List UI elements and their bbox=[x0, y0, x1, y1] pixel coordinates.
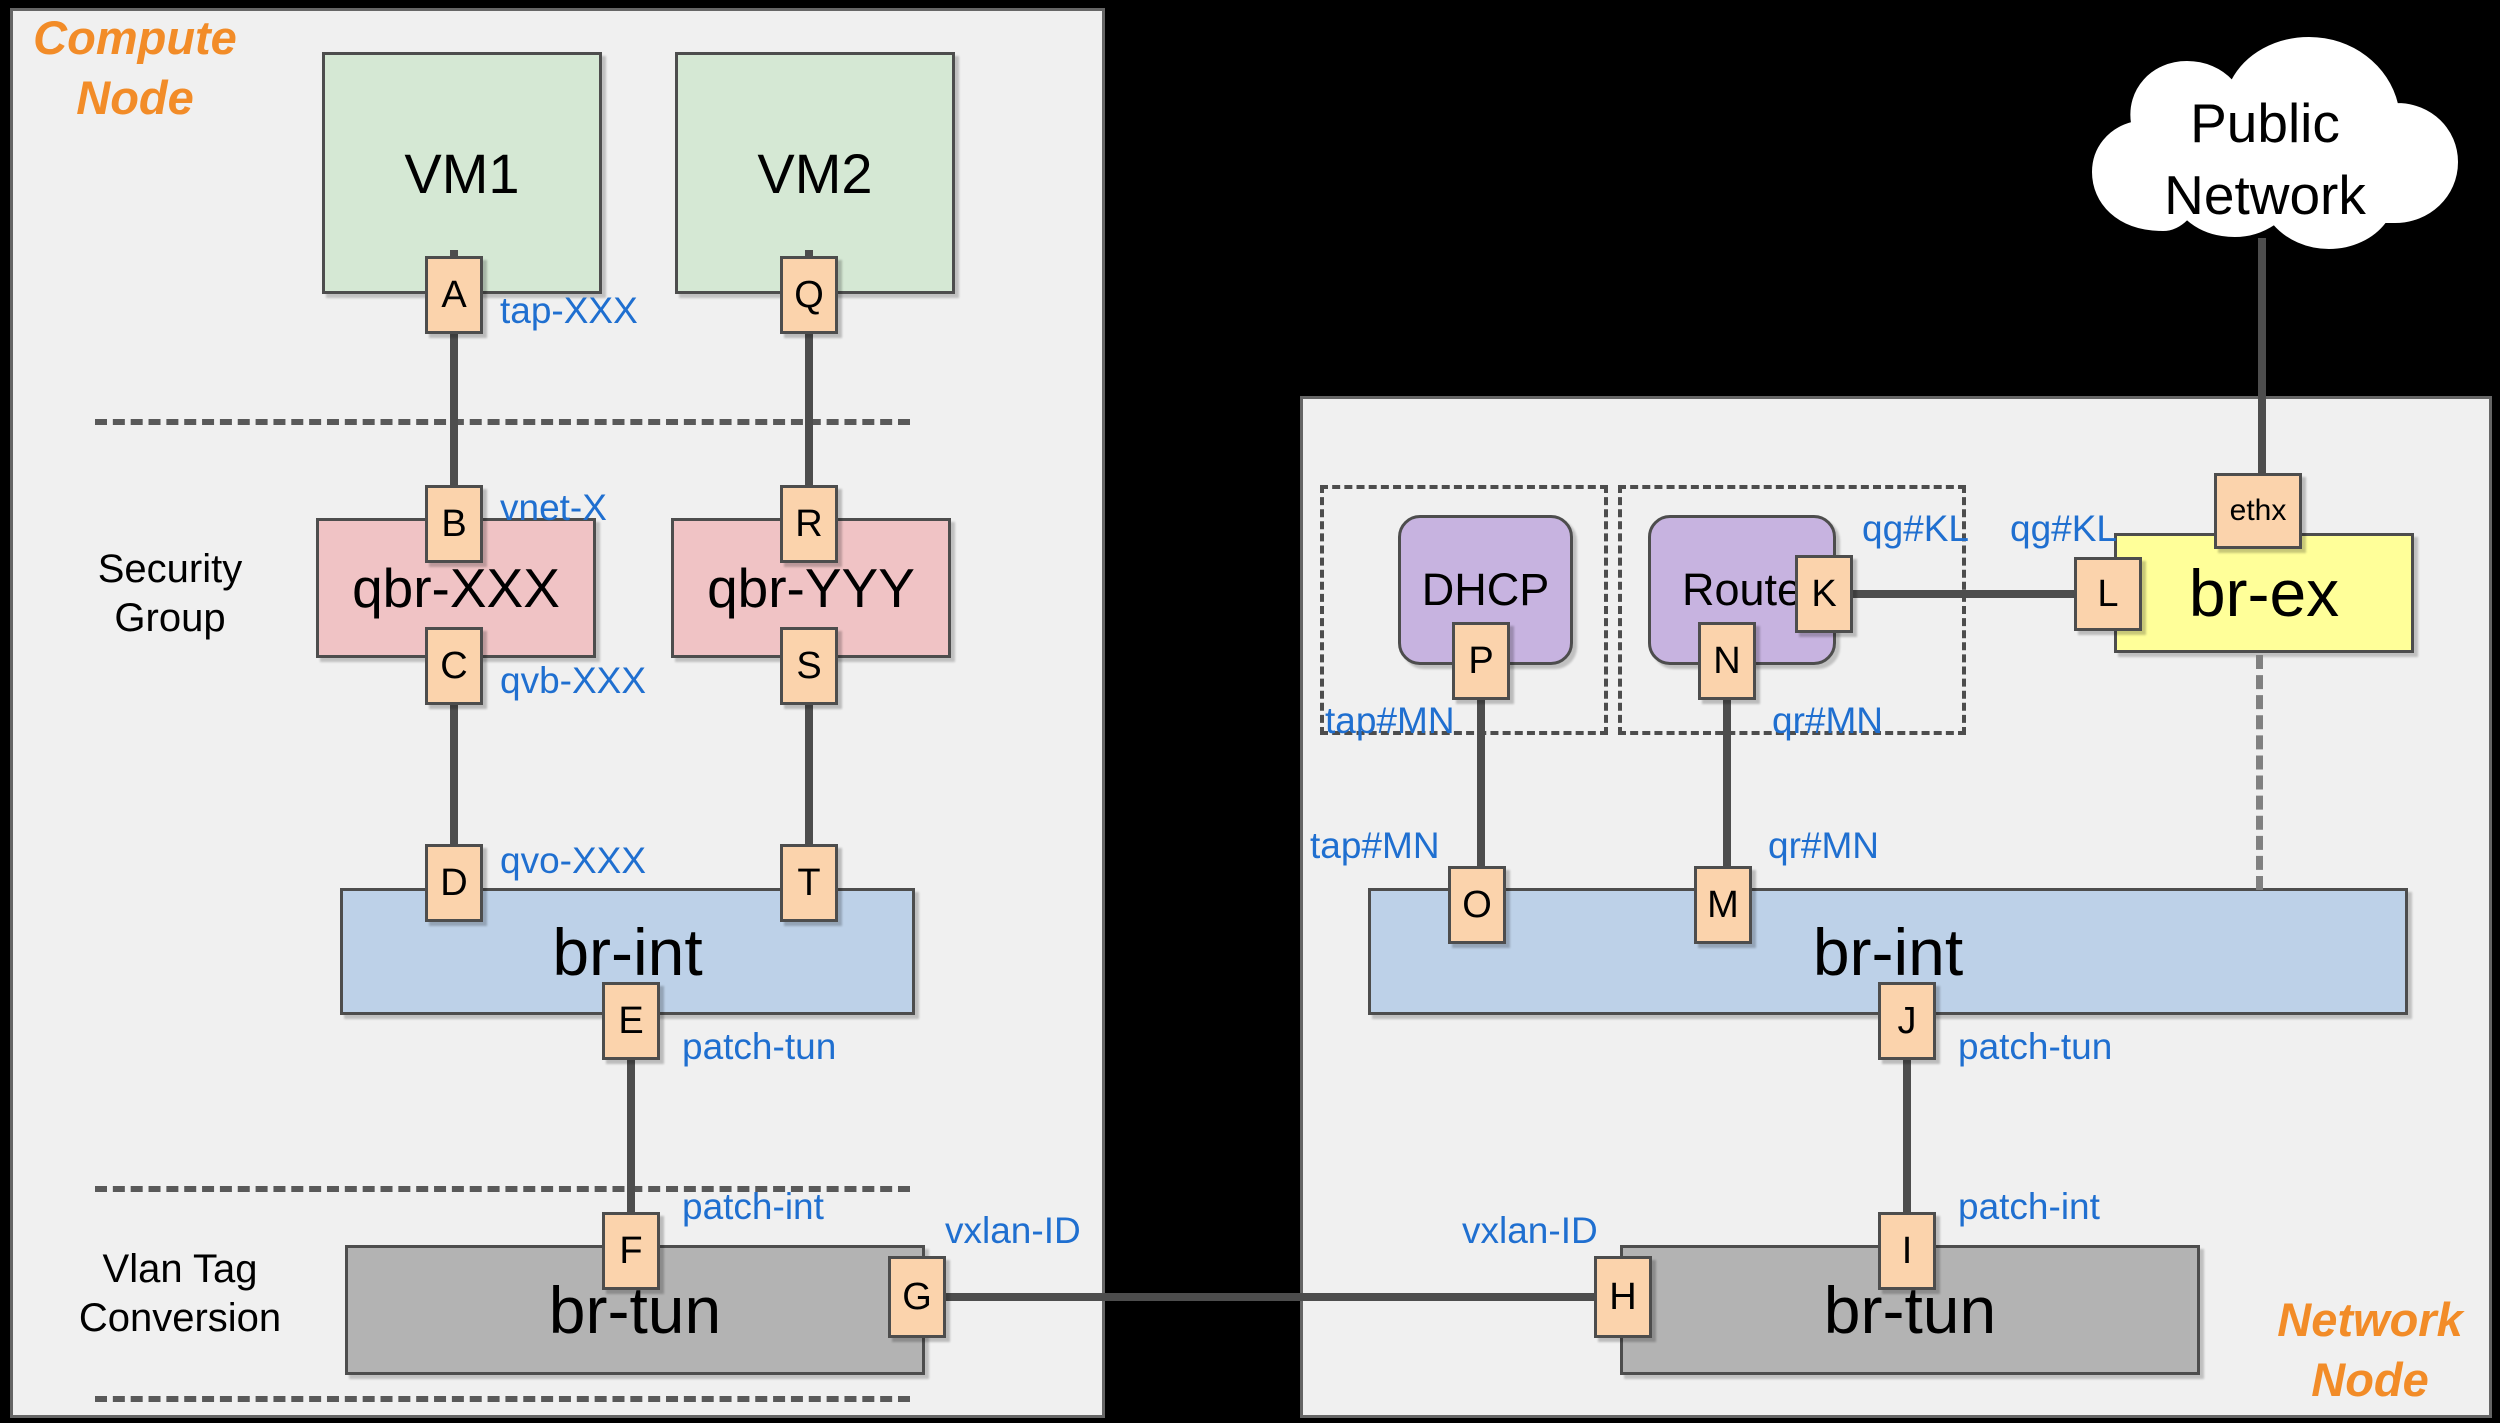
label-qr-mn-namespace: qr#MN bbox=[1772, 700, 1884, 741]
port-c-label: C bbox=[440, 644, 468, 687]
port-p-label: P bbox=[1468, 639, 1494, 682]
label-tap-mn-namespace: tap#MN bbox=[1325, 700, 1455, 741]
port-s-label: S bbox=[796, 644, 822, 687]
network-node-label: Network Node bbox=[2277, 1293, 2463, 1407]
port-g[interactable]: G bbox=[888, 1256, 946, 1338]
label-qvb-xxx: qvb-XXX bbox=[500, 660, 647, 701]
port-ethx[interactable]: ethx bbox=[2214, 473, 2302, 549]
label-patch-int-compute: patch-int bbox=[682, 1186, 824, 1227]
vlan-tag-conversion-label: Vlan Tag Conversion bbox=[78, 1247, 282, 1340]
port-r-label: R bbox=[795, 502, 823, 545]
port-k-label: K bbox=[1811, 572, 1837, 615]
link-qr-mn bbox=[1723, 694, 1731, 879]
diagram-canvas: Compute Node Security Group Vlan Tag Con… bbox=[0, 0, 2500, 1423]
security-group-label: Security Group bbox=[97, 547, 243, 640]
compute-separator-vlan-bottom bbox=[95, 1396, 910, 1402]
port-a[interactable]: A bbox=[425, 256, 483, 334]
public-network-cloud bbox=[2091, 36, 2459, 250]
label-qg-kl-right: qg#KL bbox=[2010, 508, 2117, 549]
label-vxlan-id-compute: vxlan-ID bbox=[945, 1210, 1081, 1251]
label-patch-tun-network: patch-tun bbox=[1958, 1026, 2113, 1067]
port-n[interactable]: N bbox=[1698, 622, 1756, 700]
link-patch-compute bbox=[627, 1050, 635, 1220]
qbr-xxx-label: qbr-XXX bbox=[352, 557, 560, 619]
port-t-label: T bbox=[797, 861, 821, 904]
port-b[interactable]: B bbox=[425, 485, 483, 563]
port-c[interactable]: C bbox=[425, 627, 483, 705]
port-i[interactable]: I bbox=[1878, 1212, 1936, 1290]
link-qvb-yyy bbox=[805, 695, 813, 860]
port-e[interactable]: E bbox=[602, 982, 660, 1060]
port-q-label: Q bbox=[794, 273, 824, 316]
link-vxlan-tunnel bbox=[940, 1293, 1600, 1301]
port-m[interactable]: M bbox=[1694, 866, 1752, 944]
qbr-yyy-label: qbr-YYY bbox=[707, 557, 915, 619]
label-patch-int-network: patch-int bbox=[1958, 1186, 2100, 1227]
port-d[interactable]: D bbox=[425, 844, 483, 922]
port-i-label: I bbox=[1901, 1229, 1913, 1272]
port-r[interactable]: R bbox=[780, 485, 838, 563]
compute-separator-security-group bbox=[95, 419, 910, 425]
label-tap-xxx: tap-XXX bbox=[500, 290, 638, 331]
label-vxlan-id-network: vxlan-ID bbox=[1462, 1210, 1598, 1251]
label-tap-mn-bridge: tap#MN bbox=[1310, 825, 1440, 866]
port-k[interactable]: K bbox=[1795, 555, 1853, 633]
compute-br-int-label: br-int bbox=[552, 914, 703, 989]
link-qvb-xxx bbox=[450, 695, 458, 860]
br-ex-label: br-ex bbox=[2188, 556, 2340, 630]
port-s[interactable]: S bbox=[780, 627, 838, 705]
port-e-label: E bbox=[618, 999, 644, 1042]
port-t[interactable]: T bbox=[780, 844, 838, 922]
label-patch-tun-compute: patch-tun bbox=[682, 1026, 837, 1067]
port-p[interactable]: P bbox=[1452, 622, 1510, 700]
port-f-label: F bbox=[619, 1229, 643, 1272]
port-o[interactable]: O bbox=[1448, 866, 1506, 944]
port-h-label: H bbox=[1609, 1275, 1637, 1318]
port-l-label: L bbox=[2097, 572, 2119, 615]
vm1-label: VM1 bbox=[404, 141, 520, 205]
link-patch-network bbox=[1903, 1050, 1911, 1220]
port-d-label: D bbox=[440, 861, 468, 904]
link-tap-mn bbox=[1477, 694, 1485, 879]
port-n-label: N bbox=[1713, 639, 1741, 682]
port-m-label: M bbox=[1707, 883, 1739, 926]
label-qg-kl-left: qg#KL bbox=[1862, 508, 1969, 549]
port-j-label: J bbox=[1897, 999, 1917, 1042]
port-f[interactable]: F bbox=[602, 1212, 660, 1290]
vm2-label: VM2 bbox=[757, 141, 873, 205]
label-vnet-x: vnet-X bbox=[500, 487, 607, 528]
link-public-to-ethx bbox=[2258, 238, 2266, 480]
port-j[interactable]: J bbox=[1878, 982, 1936, 1060]
br-ex-box: br-ex bbox=[2114, 533, 2414, 653]
port-a-label: A bbox=[441, 273, 467, 316]
link-qg-kl bbox=[1845, 590, 2085, 598]
port-b-label: B bbox=[441, 502, 467, 545]
label-qvo-xxx: qvo-XXX bbox=[500, 840, 647, 881]
port-l[interactable]: L bbox=[2074, 557, 2142, 631]
network-br-int-label: br-int bbox=[1812, 914, 1964, 989]
port-q[interactable]: Q bbox=[780, 256, 838, 334]
port-ethx-label: ethx bbox=[2229, 494, 2287, 527]
link-br-ex-to-br-int bbox=[2256, 655, 2263, 890]
port-h[interactable]: H bbox=[1594, 1256, 1652, 1338]
port-g-label: G bbox=[902, 1275, 932, 1318]
port-o-label: O bbox=[1462, 883, 1492, 926]
label-qr-mn-bridge: qr#MN bbox=[1768, 825, 1880, 866]
compute-node-label: Compute Node bbox=[33, 11, 237, 125]
